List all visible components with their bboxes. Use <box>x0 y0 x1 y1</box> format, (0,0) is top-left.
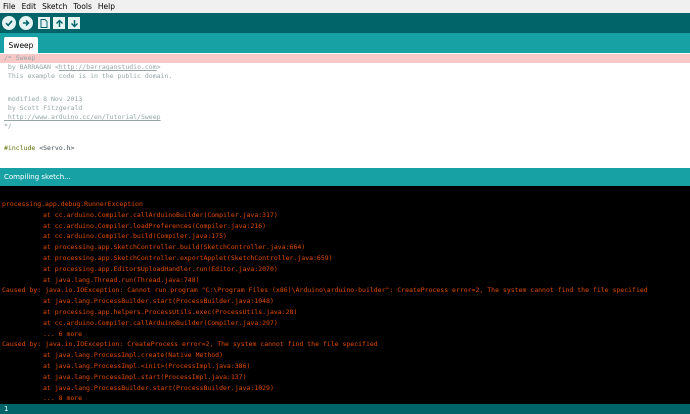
code-line: by Scott Fitzgerald <box>4 104 83 112</box>
console-line: at java.lang.ProcessBuilder.start(Proces… <box>43 297 274 306</box>
code-line: This example code is in the public domai… <box>4 72 173 80</box>
arrow-right-icon <box>23 19 30 27</box>
menu-tools[interactable]: Tools <box>70 0 94 13</box>
menu-help[interactable]: Help <box>95 0 118 13</box>
tab-strip: Sweep <box>0 33 690 53</box>
line-number-footer: 1 <box>0 404 690 414</box>
upload-button[interactable] <box>19 16 33 30</box>
menu-file[interactable]: File <box>0 0 19 13</box>
console-line: ... 6 more <box>43 329 83 338</box>
console-line: at cc.arduino.Compiler.build(Compiler.ja… <box>43 232 227 241</box>
code-line: by BARRAGAN <http://barraganstudio.com> <box>4 63 161 71</box>
code-editor[interactable]: /* Sweep by BARRAGAN <http://barraganstu… <box>0 53 690 168</box>
verify-button[interactable] <box>2 16 16 30</box>
console-line: at processing.app.Editor$UploadHandler.r… <box>43 264 278 273</box>
code-link[interactable]: http://www.arduino.cc/en/Tutorial/Sweep <box>4 113 161 121</box>
open-button[interactable] <box>53 17 65 29</box>
code-link[interactable]: http://barraganstudio.com <box>59 63 157 71</box>
tab-sweep[interactable]: Sweep <box>4 37 38 53</box>
code-line: */ <box>4 122 12 130</box>
arrow-up-icon <box>55 19 63 27</box>
console-line: at processing.app.SketchController.build… <box>43 243 306 252</box>
console-line: at java.lang.ProcessImpl.create(Native M… <box>43 351 224 360</box>
code-line: http://www.arduino.cc/en/Tutorial/Sweep <box>0 113 690 122</box>
menu-edit[interactable]: Edit <box>19 0 40 13</box>
console-line: at java.lang.ProcessBuilder.start(Proces… <box>43 383 274 392</box>
console-line: Caused by: java.io.IOException: CreatePr… <box>2 340 378 349</box>
console-line: ... 8 more <box>43 394 83 403</box>
console-line: at processing.app.helpers.ProcessUtils.e… <box>43 308 298 316</box>
arrow-down-icon <box>70 19 78 27</box>
include-keyword: #include <box>4 144 36 152</box>
new-file-icon <box>40 18 48 28</box>
console-line: at java.lang.ProcessImpl.<init>(ProcessI… <box>43 362 251 370</box>
status-bar: Compiling sketch... <box>0 168 690 186</box>
new-button[interactable] <box>38 17 50 29</box>
console-line: at cc.arduino.Compiler.loadPreferences(C… <box>43 221 267 230</box>
code-line: modified 8 Nov 2013 <box>4 95 83 103</box>
console-line: at cc.arduino.Compiler.callArduinoBuilde… <box>43 318 278 327</box>
console-line: at java.lang.ProcessImpl.start(ProcessIm… <box>43 372 247 381</box>
toolbar <box>0 13 690 33</box>
code-line: #include <Servo.h> <box>0 144 690 153</box>
console-line: processing.app.debug.RunnerException <box>2 200 143 208</box>
checkmark-icon <box>5 20 13 27</box>
console-line: at processing.app.SketchController.expor… <box>43 254 333 262</box>
console-line: Caused by: java.io.IOException: Cannot r… <box>2 286 648 295</box>
menu-bar: File Edit Sketch Tools Help <box>0 0 690 13</box>
console-line: at cc.arduino.Compiler.callArduinoBuilde… <box>43 210 278 219</box>
console-line: at java.lang.Thread.run(Thread.java:748) <box>43 275 200 284</box>
code-line: /* Sweep <box>0 54 690 63</box>
console-output[interactable]: processing.app.debug.RunnerException at c… <box>0 186 690 404</box>
save-button[interactable] <box>68 17 80 29</box>
menu-sketch[interactable]: Sketch <box>39 0 70 13</box>
